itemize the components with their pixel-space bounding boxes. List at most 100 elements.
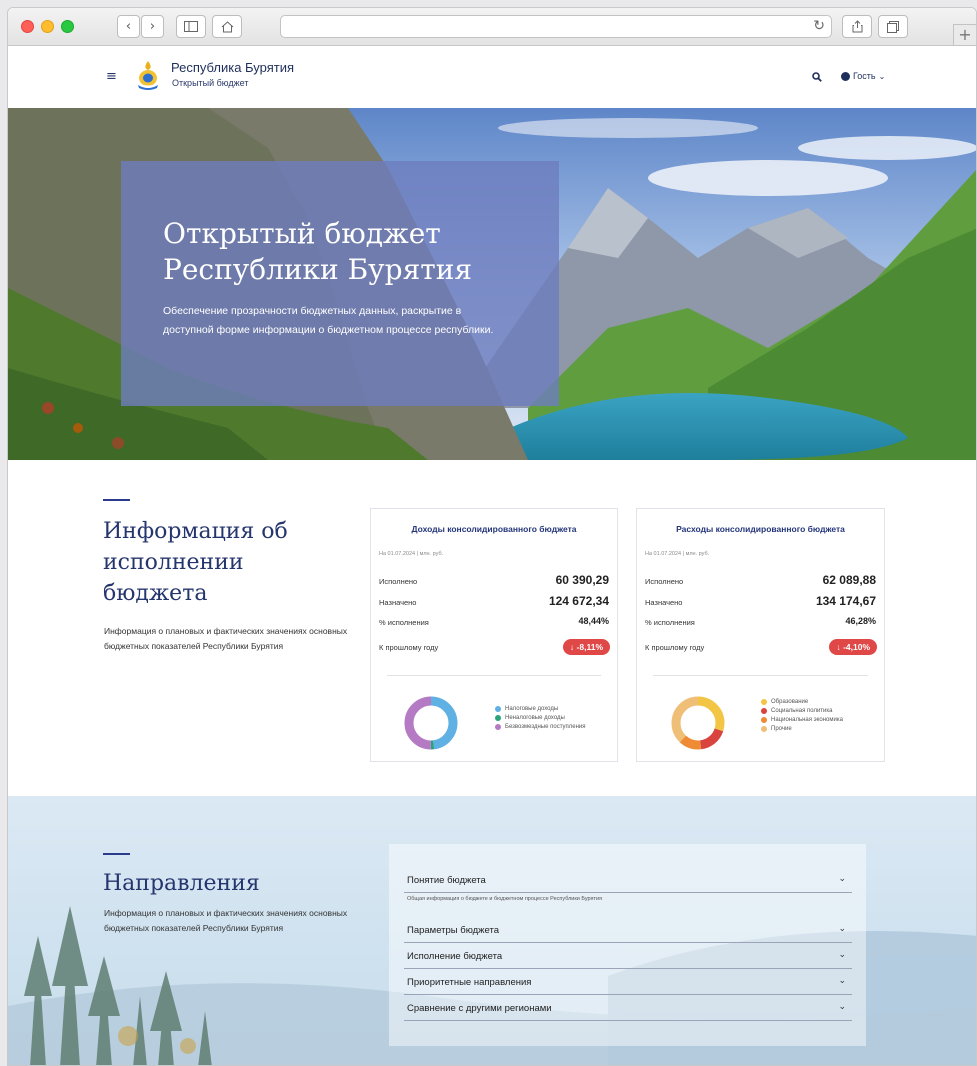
expenses-legend: Образование Социальная политика Национал… bbox=[761, 697, 843, 733]
budget-info-title-line-1: Информация об bbox=[103, 519, 288, 544]
legend-item: Образование bbox=[761, 697, 843, 706]
emblem-logo[interactable] bbox=[135, 59, 161, 91]
section-accent-line bbox=[103, 499, 130, 501]
menu-icon[interactable]: ≡ bbox=[106, 70, 117, 83]
chevron-down-icon: ⌄ bbox=[838, 976, 846, 986]
accordion-item-priority-directions[interactable]: Приоритетные направления ⌄ bbox=[404, 970, 852, 995]
home-icon[interactable] bbox=[212, 15, 242, 38]
legend-dot bbox=[495, 723, 501, 730]
legend-item: Прочие bbox=[761, 724, 843, 733]
assigned-label: Назначено bbox=[379, 598, 417, 607]
browser-toolbar: ‹ › ↻ + bbox=[8, 8, 976, 46]
accordion-label: Понятие бюджета bbox=[407, 875, 486, 886]
hero-title: Открытый бюджет Республики Бурятия bbox=[163, 216, 543, 288]
legend-item: Неналоговые доходы bbox=[495, 713, 586, 722]
prev-year-badge: ↓ -8,11% bbox=[562, 639, 610, 655]
user-label: Гость bbox=[853, 71, 876, 81]
revenue-donut-chart bbox=[404, 696, 458, 750]
hero-title-line-2: Республики Бурятия bbox=[163, 253, 473, 286]
accordion-label: Исполнение бюджета bbox=[407, 951, 503, 962]
accordion-label: Приоритетные направления bbox=[407, 977, 532, 988]
legend-dot bbox=[761, 716, 767, 723]
legend-item: Налоговые доходы bbox=[495, 704, 586, 713]
budget-info-title: Информация об исполнении бюджета bbox=[103, 516, 288, 609]
chevron-down-icon: ⌄ bbox=[838, 1002, 846, 1012]
back-icon[interactable]: ‹ bbox=[117, 15, 140, 38]
executed-value: 62 089,88 bbox=[822, 573, 876, 587]
legend-dot bbox=[495, 714, 501, 721]
prev-year-label: К прошлому году bbox=[379, 643, 439, 652]
tabs-overview-icon[interactable] bbox=[878, 15, 908, 38]
accordion-description: Общая информация о бюджете и бюджетном п… bbox=[407, 896, 603, 902]
legend-item: Безвозмездные поступления bbox=[495, 722, 586, 731]
executed-label: Исполнено bbox=[645, 577, 684, 586]
legend-label: Национальная экономика bbox=[771, 716, 843, 723]
legend-dot bbox=[761, 698, 767, 705]
card-title: Доходы консолидированного бюджета bbox=[411, 524, 577, 534]
accordion-item-budget-execution[interactable]: Исполнение бюджета ⌄ bbox=[404, 944, 852, 969]
pct-value: 48,44% bbox=[578, 616, 609, 626]
card-divider bbox=[387, 675, 601, 676]
legend-label: Налоговые доходы bbox=[505, 705, 559, 712]
revenue-card[interactable]: Доходы консолидированного бюджета На 01.… bbox=[370, 508, 618, 762]
pct-label: % исполнения bbox=[645, 618, 695, 627]
browser-window: ‹ › ↻ + ≡ Республика Бурятия Открытый бю… bbox=[7, 7, 977, 1066]
legend-item: Социальная политика bbox=[761, 706, 843, 715]
legend-label: Образование bbox=[771, 698, 809, 705]
chevron-down-icon: ⌄ bbox=[838, 874, 846, 884]
search-icon[interactable] bbox=[812, 72, 822, 85]
accordion-label: Параметры бюджета bbox=[407, 925, 500, 936]
chevron-down-icon: ⌄ bbox=[838, 950, 846, 960]
assigned-value: 124 672,34 bbox=[548, 594, 609, 608]
brand-subtitle: Открытый бюджет bbox=[172, 78, 249, 88]
card-title: Расходы консолидированного бюджета bbox=[676, 524, 845, 534]
accordion-item-budget-concept[interactable]: Понятие бюджета ⌄ bbox=[404, 868, 852, 893]
user-icon bbox=[841, 71, 850, 81]
forward-icon[interactable]: › bbox=[141, 15, 164, 38]
hero-description: Обеспечение прозрачности бюджетных данны… bbox=[163, 305, 494, 336]
pct-label: % исполнения bbox=[379, 618, 429, 627]
budget-info-title-line-3: бюджета bbox=[103, 581, 208, 606]
legend-dot bbox=[495, 705, 501, 712]
pct-value: 46,28% bbox=[845, 616, 876, 626]
directions-description: Информация о плановых и фактических знач… bbox=[104, 908, 348, 933]
legend-label: Неналоговые доходы bbox=[505, 714, 565, 721]
card-divider bbox=[653, 675, 868, 676]
budget-info-description: Информация о плановых и фактических знач… bbox=[104, 626, 348, 651]
accordion-item-regions-comparison[interactable]: Сравнение с другими регионами ⌄ bbox=[404, 996, 852, 1021]
chevron-down-icon: ⌄ bbox=[878, 71, 886, 81]
minimize-window-button[interactable] bbox=[41, 20, 54, 33]
legend-label: Безвозмездные поступления bbox=[505, 723, 586, 730]
brand-title[interactable]: Республика Бурятия bbox=[171, 60, 294, 75]
legend-label: Социальная политика bbox=[771, 707, 833, 714]
assigned-label: Назначено bbox=[645, 598, 683, 607]
directions-title: Направления bbox=[103, 871, 260, 896]
legend-item: Национальная экономика bbox=[761, 715, 843, 724]
hero-title-line-1: Открытый бюджет bbox=[163, 217, 441, 250]
card-date: На 01.07.2024 | млн. руб. bbox=[645, 551, 710, 557]
assigned-value: 134 174,67 bbox=[815, 594, 876, 608]
site-header: ≡ Республика Бурятия Открытый бюджет Гос… bbox=[8, 46, 976, 108]
legend-label: Прочие bbox=[771, 725, 792, 732]
prev-year-badge: ↓ -4,10% bbox=[829, 639, 877, 655]
budget-info-title-line-2: исполнении bbox=[103, 550, 244, 575]
hero-banner: Открытый бюджет Республики Бурятия Обесп… bbox=[8, 108, 976, 460]
address-bar[interactable]: ↻ bbox=[280, 15, 832, 38]
revenue-legend: Налоговые доходы Неналоговые доходы Безв… bbox=[495, 704, 586, 731]
close-window-button[interactable] bbox=[21, 20, 34, 33]
legend-dot bbox=[761, 725, 767, 732]
share-icon[interactable] bbox=[842, 15, 872, 38]
executed-label: Исполнено bbox=[379, 577, 418, 586]
sidebar-icon[interactable] bbox=[176, 15, 206, 38]
user-menu[interactable]: Гость ⌄ bbox=[841, 71, 885, 81]
accordion-item-budget-parameters[interactable]: Параметры бюджета ⌄ bbox=[404, 918, 852, 943]
hero-text-box: Открытый бюджет Республики Бурятия Обесп… bbox=[121, 161, 559, 406]
executed-value: 60 390,29 bbox=[555, 573, 609, 587]
zoom-window-button[interactable] bbox=[61, 20, 74, 33]
directions-accordion: Понятие бюджета ⌄ Общая информация о бюд… bbox=[389, 844, 866, 1046]
reload-icon[interactable]: ↻ bbox=[813, 18, 825, 34]
prev-year-label: К прошлому году bbox=[645, 643, 705, 652]
expenses-card[interactable]: Расходы консолидированного бюджета На 01… bbox=[636, 508, 885, 762]
accordion-label: Сравнение с другими регионами bbox=[407, 1003, 552, 1014]
new-tab-button[interactable]: + bbox=[953, 24, 976, 46]
